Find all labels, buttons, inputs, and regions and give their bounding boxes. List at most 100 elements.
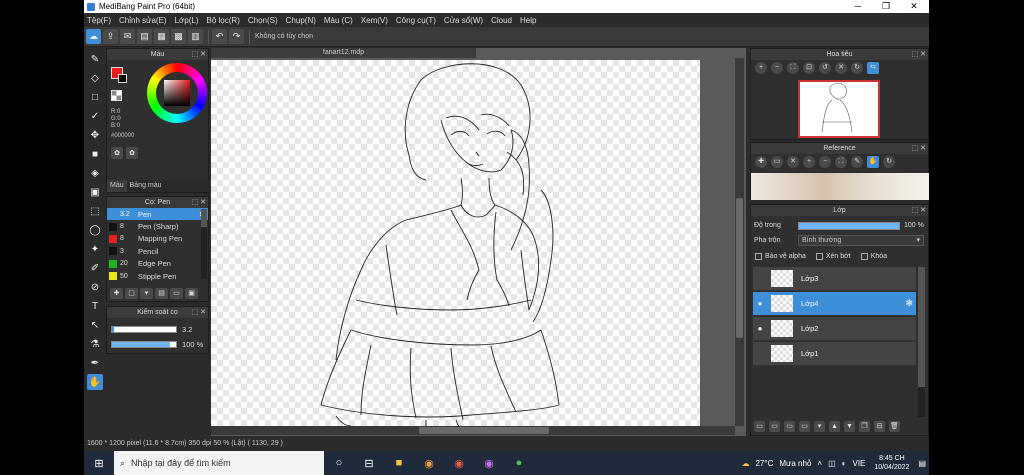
move-up-icon[interactable]: ▲	[829, 421, 840, 432]
brush-item[interactable]: 3 Pencil	[107, 245, 208, 257]
panel-close-icon[interactable]: ⬚ ✕	[912, 205, 926, 216]
select-pen-icon[interactable]: ✓	[87, 108, 103, 124]
new-8bit-layer-icon[interactable]: ▭	[784, 421, 795, 432]
divide-tool-icon[interactable]: ⊘	[87, 279, 103, 295]
brush-size-slider[interactable]	[111, 326, 177, 333]
minimize-button[interactable]: ─	[844, 0, 872, 13]
add-reference-icon[interactable]: ✚	[755, 156, 767, 168]
ref-rotate-icon[interactable]: ↻	[883, 156, 895, 168]
grid-icon[interactable]: ▩	[171, 29, 186, 44]
cloud-icon[interactable]: ☁	[86, 29, 101, 44]
ref-zoom-in-icon[interactable]: +	[803, 156, 815, 168]
protect-alpha-checkbox[interactable]: Bảo vệ alpha	[755, 253, 806, 260]
close-button[interactable]: ✕	[900, 0, 928, 13]
fit-icon[interactable]: ⛶	[787, 62, 799, 74]
document-tab[interactable]: fanart12.mdp	[211, 48, 476, 58]
temperature[interactable]: 27°C	[755, 459, 773, 468]
horizontal-scrollbar[interactable]	[211, 426, 735, 435]
network-icon[interactable]: ◫	[828, 459, 836, 468]
comic-icon[interactable]: ▤	[137, 29, 152, 44]
fill-rect-icon[interactable]: ■	[87, 146, 103, 162]
menu-edit[interactable]: Chỉnh sửa(E)	[119, 16, 167, 25]
menu-color[interactable]: Màu (C)	[324, 16, 353, 25]
merge-layer-icon[interactable]: ⊟	[874, 421, 885, 432]
panel-close-icon[interactable]: ⬚ ✕	[912, 49, 926, 60]
tab-palette[interactable]: Bảng màu	[127, 180, 165, 192]
brush-scrollbar[interactable]	[201, 209, 207, 279]
menu-file[interactable]: Tệp(F)	[87, 16, 111, 25]
blend-mode-select[interactable]: Bình thường ▾	[798, 235, 924, 246]
bucket-tool-icon[interactable]: ◈	[87, 165, 103, 181]
delete-brush-icon[interactable]: ▭	[170, 288, 183, 299]
new-layer-icon[interactable]: ▭	[754, 421, 765, 432]
taskbar-search[interactable]: ⌕ Nhập tại đây để tìm kiếm	[114, 451, 324, 475]
select-rect-icon[interactable]: □	[87, 89, 103, 105]
widgets-icon[interactable]: ⊟	[359, 453, 379, 473]
weather-text[interactable]: Mưa nhỏ	[779, 459, 811, 468]
move-tool-icon[interactable]: ✥	[87, 127, 103, 143]
color-picker-icon[interactable]: ✿	[126, 147, 138, 159]
menu-tools[interactable]: Công cụ(T)	[396, 16, 436, 25]
menu-layer[interactable]: Lớp(L)	[175, 16, 199, 25]
maximize-button[interactable]: ❐	[872, 0, 900, 13]
brush-item[interactable]: 20 Edge Pen	[107, 258, 208, 270]
brush-import-icon[interactable]: ▣	[185, 288, 198, 299]
brush-item[interactable]: 3.2 Pen ✻	[107, 208, 208, 221]
upload-icon[interactable]: ⇪	[103, 29, 118, 44]
gradient-tool-icon[interactable]: ▣	[87, 184, 103, 200]
panel-icon[interactable]: ▦	[154, 29, 169, 44]
undo-icon[interactable]: ↶	[212, 29, 227, 44]
menu-window[interactable]: Cửa sổ(W)	[444, 16, 483, 25]
new-folder-icon[interactable]: ▭	[799, 421, 810, 432]
menu-help[interactable]: Help	[520, 16, 536, 25]
flip-icon[interactable]: ⇆	[867, 62, 879, 74]
rotate-right-icon[interactable]: ↻	[851, 62, 863, 74]
layout-icon[interactable]: ▥	[188, 29, 203, 44]
close-reference-icon[interactable]: ✕	[787, 156, 799, 168]
reference-image[interactable]	[751, 173, 929, 200]
layer-row[interactable]: ● Lớp4 ✻	[753, 292, 916, 316]
vertical-scrollbar[interactable]	[735, 58, 744, 426]
lock-checkbox[interactable]: Khóa	[860, 253, 887, 260]
notification-icon[interactable]: ▤	[918, 459, 926, 468]
clipping-checkbox[interactable]: Xén bớt	[815, 253, 851, 260]
zoom-in-icon[interactable]: +	[755, 62, 767, 74]
select-pen-tool-icon[interactable]: ✐	[87, 260, 103, 276]
layer-row[interactable]: Lớp3	[753, 267, 916, 291]
fit-window-icon[interactable]: ✕	[835, 62, 847, 74]
ref-fit-icon[interactable]: ⛶	[835, 156, 847, 168]
layer-menu-icon[interactable]: ▾	[814, 421, 825, 432]
ref-zoom-out-icon[interactable]: −	[819, 156, 831, 168]
redo-icon[interactable]: ↷	[229, 29, 244, 44]
text-tool-icon[interactable]: T	[87, 298, 103, 314]
brush-opacity-slider[interactable]	[111, 341, 177, 348]
comment-icon[interactable]: ✉	[120, 29, 135, 44]
show-hidden-icon[interactable]: ˄	[817, 459, 822, 468]
gear-icon[interactable]: ✻	[905, 298, 913, 309]
zoom-out-icon[interactable]: −	[771, 62, 783, 74]
brush-item[interactable]: 8 Mapping Pen	[107, 233, 208, 245]
layer-row[interactable]: ● Lớp2	[753, 317, 916, 341]
panel-close-icon[interactable]: ⬚ ✕	[912, 143, 926, 154]
ref-eyedropper-icon[interactable]: ✎	[851, 156, 863, 168]
drawing-canvas[interactable]	[211, 60, 700, 426]
brush-settings-icon[interactable]: ▤	[155, 288, 168, 299]
menu-filter[interactable]: Bộ lọc(R)	[207, 16, 240, 25]
menu-snap[interactable]: Chụp(N)	[286, 16, 316, 25]
visibility-eye-icon[interactable]: ●	[753, 324, 767, 333]
brush-tool-icon[interactable]: ✎	[87, 51, 103, 67]
color-palette-icon[interactable]: ✿	[111, 147, 123, 159]
select-rect-tool-icon[interactable]: ⬚	[87, 203, 103, 219]
panel-close-icon[interactable]: ⬚ ✕	[192, 49, 206, 60]
weather-icon[interactable]: ☁	[741, 459, 749, 468]
layer-row[interactable]: Lớp1	[753, 342, 916, 366]
brush-item[interactable]: 50 Stipple Pen	[107, 270, 208, 282]
panel-close-icon[interactable]: ⬚ ✕	[192, 197, 206, 208]
lasso-tool-icon[interactable]: ◯	[87, 222, 103, 238]
move-down-icon[interactable]: ▼	[844, 421, 855, 432]
eyedropper-icon[interactable]: ⚗	[87, 336, 103, 352]
file-explorer-icon[interactable]: ■	[389, 453, 409, 473]
pen-tool-icon[interactable]: ✒	[87, 355, 103, 371]
rotate-left-icon[interactable]: ↺	[819, 62, 831, 74]
brush-folder-icon[interactable]: ▢	[125, 288, 138, 299]
